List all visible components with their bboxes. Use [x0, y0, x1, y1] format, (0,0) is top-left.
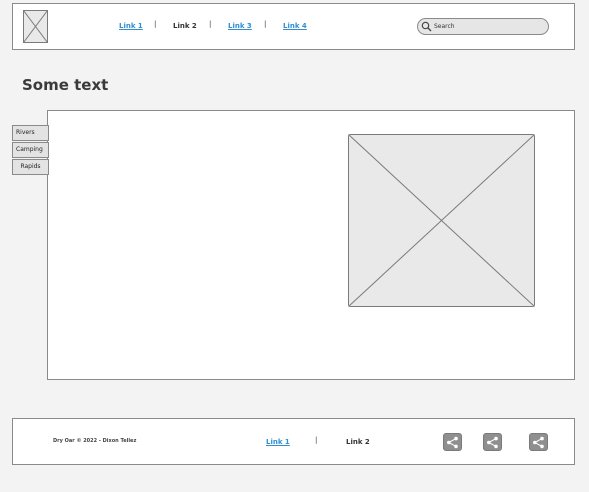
- main-content: [47, 110, 575, 380]
- side-tabs: Rivers Camping Rapids: [12, 125, 49, 176]
- nav-link-3[interactable]: Link 3: [228, 21, 252, 31]
- share-button-3[interactable]: [529, 433, 548, 451]
- nav-link-4[interactable]: Link 4: [283, 21, 307, 31]
- side-tab-rapids[interactable]: Rapids: [12, 159, 49, 175]
- share-button-2[interactable]: [483, 433, 502, 451]
- share-icon: [533, 436, 544, 449]
- copyright-text: Dry Oar © 2022 - Dixon Tellez: [53, 438, 137, 444]
- search-input[interactable]: [434, 20, 544, 33]
- footer-link-1[interactable]: Link 1: [266, 437, 290, 447]
- page-title: Some text: [22, 76, 109, 94]
- site-header: Link 1 | Link 2 | Link 3 | Link 4: [12, 3, 575, 50]
- nav-separator: |: [264, 20, 267, 28]
- nav-separator: |: [154, 20, 157, 28]
- image-placeholder-icon: [348, 134, 535, 307]
- site-footer: Dry Oar © 2022 - Dixon Tellez Link 1 | L…: [12, 418, 575, 465]
- footer-separator: |: [315, 436, 318, 444]
- share-icon: [487, 436, 498, 449]
- search-box[interactable]: [417, 18, 549, 35]
- nav-link-2[interactable]: Link 2: [173, 21, 197, 31]
- side-tab-rivers[interactable]: Rivers: [12, 125, 49, 141]
- share-button-1[interactable]: [443, 433, 462, 451]
- share-icon: [447, 436, 458, 449]
- footer-link-2[interactable]: Link 2: [346, 437, 370, 447]
- nav-link-1[interactable]: Link 1: [119, 21, 143, 31]
- search-icon: [421, 21, 432, 32]
- side-tab-camping[interactable]: Camping: [12, 142, 49, 158]
- nav-separator: |: [209, 20, 212, 28]
